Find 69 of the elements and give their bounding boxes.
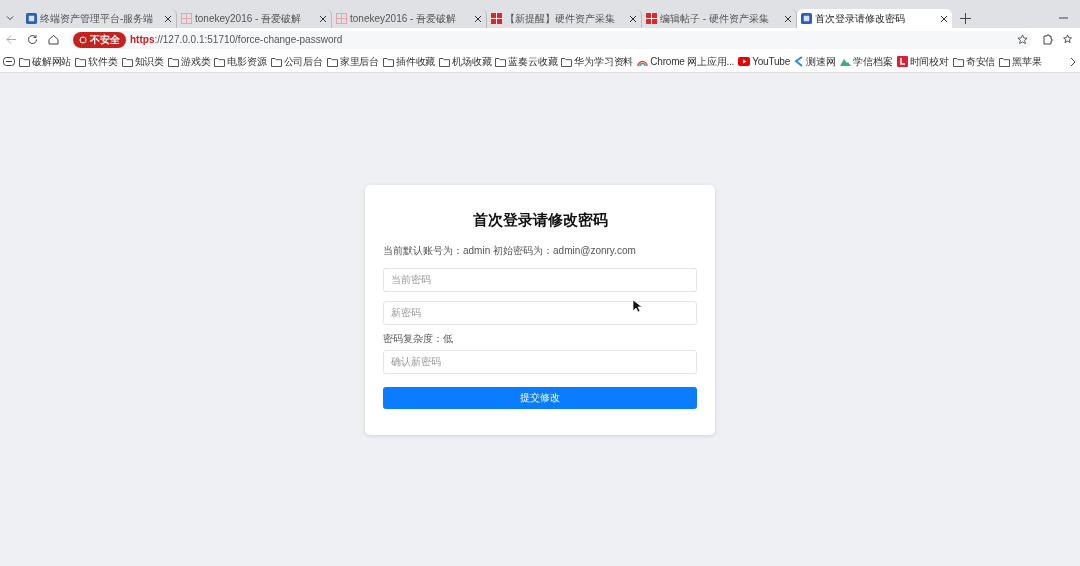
close-icon[interactable] bbox=[474, 14, 482, 23]
folder-icon bbox=[168, 56, 179, 67]
star-icon[interactable] bbox=[1017, 34, 1028, 45]
password-field[interactable]: 新密码 bbox=[383, 300, 697, 325]
home-icon[interactable] bbox=[48, 34, 59, 45]
play-icon bbox=[738, 57, 751, 66]
account-info: 当前默认账号为：admin 初始密码为：admin@zonry.com bbox=[383, 243, 637, 258]
bookmark[interactable]: 知识类 bbox=[121, 54, 164, 69]
folder-icon bbox=[952, 56, 964, 67]
bookmark[interactable]: 家里后台 bbox=[326, 54, 380, 69]
folder-icon bbox=[439, 56, 451, 67]
cursor-icon bbox=[632, 299, 642, 313]
url-text: https://127.0.0.1:51710/force-change-password bbox=[130, 34, 344, 45]
app-icon bbox=[801, 13, 812, 24]
bookmark[interactable]: 时间校对 bbox=[896, 54, 949, 69]
folder-icon bbox=[270, 56, 282, 67]
grid-icon bbox=[646, 13, 657, 24]
close-icon[interactable] bbox=[164, 14, 172, 23]
favorites-icon[interactable] bbox=[1063, 34, 1074, 45]
close-icon[interactable] bbox=[629, 14, 637, 23]
new-tab-icon[interactable] bbox=[960, 13, 971, 24]
bookmark[interactable]: 插件收藏 bbox=[383, 54, 436, 69]
swirl-icon bbox=[794, 56, 805, 67]
bookmark[interactable]: 测速网 bbox=[794, 54, 836, 69]
bookmark-logo-icon bbox=[896, 56, 908, 67]
folder-icon bbox=[326, 56, 338, 67]
warning-icon bbox=[79, 35, 87, 44]
grid-icon bbox=[336, 13, 347, 24]
folder-icon bbox=[75, 56, 87, 67]
bookmark[interactable]: 破解网站 bbox=[19, 54, 72, 69]
extension-icon[interactable] bbox=[1042, 34, 1053, 45]
bookmark[interactable]: Chrome 网上应用... bbox=[637, 54, 735, 69]
reload-icon[interactable] bbox=[27, 34, 38, 45]
close-icon[interactable] bbox=[784, 14, 792, 23]
bookmark[interactable]: 蓝奏云收藏 bbox=[495, 54, 558, 69]
browser-tab[interactable]: 首次登录请修改密码 bbox=[797, 9, 952, 28]
strength-label: 密码复杂度：低 bbox=[383, 331, 454, 346]
bookmark[interactable]: 黑苹果 bbox=[999, 54, 1042, 69]
bookmark[interactable]: 学信档案 bbox=[839, 54, 893, 69]
app-icon bbox=[26, 13, 37, 24]
folder-icon bbox=[999, 56, 1011, 67]
folder-icon bbox=[383, 56, 395, 67]
folder-icon bbox=[121, 56, 133, 67]
chevron-right-icon[interactable] bbox=[1070, 56, 1077, 67]
grid-icon bbox=[491, 13, 502, 24]
folder-icon bbox=[19, 56, 30, 67]
close-icon[interactable] bbox=[940, 14, 948, 23]
folder-icon bbox=[495, 56, 507, 67]
bookmark[interactable]: YouTube bbox=[738, 56, 791, 67]
bookmark[interactable]: 游戏类 bbox=[168, 54, 211, 69]
close-icon[interactable] bbox=[319, 14, 327, 23]
address-bar[interactable]: 不安全 https://127.0.0.1:51710/force-change-password bbox=[69, 30, 1032, 49]
security-label: 不安全 bbox=[90, 32, 120, 47]
submit-button[interactable]: 提交修改 bbox=[383, 386, 697, 409]
cloud-icon bbox=[839, 57, 852, 66]
bookmark[interactable]: 电影资源 bbox=[214, 54, 267, 69]
bookmark[interactable]: 华为学习资料 bbox=[561, 54, 634, 69]
grid-icon bbox=[181, 13, 192, 24]
folder-icon bbox=[561, 56, 573, 67]
bookmark[interactable]: 公司后台 bbox=[270, 54, 323, 69]
password-field[interactable]: 确认新密码 bbox=[383, 349, 697, 374]
password-field[interactable]: 当前密码 bbox=[383, 267, 697, 292]
bookmark[interactable]: 机场收藏 bbox=[439, 54, 492, 69]
form-title: 首次登录请修改密码 bbox=[471, 210, 609, 230]
bookmark[interactable]: 软件类 bbox=[75, 54, 118, 69]
bookmark[interactable]: 奇安信 bbox=[952, 54, 996, 69]
security-badge[interactable]: 不安全 bbox=[73, 31, 126, 48]
folder-icon bbox=[214, 56, 226, 67]
reading-list-icon[interactable] bbox=[3, 57, 15, 66]
